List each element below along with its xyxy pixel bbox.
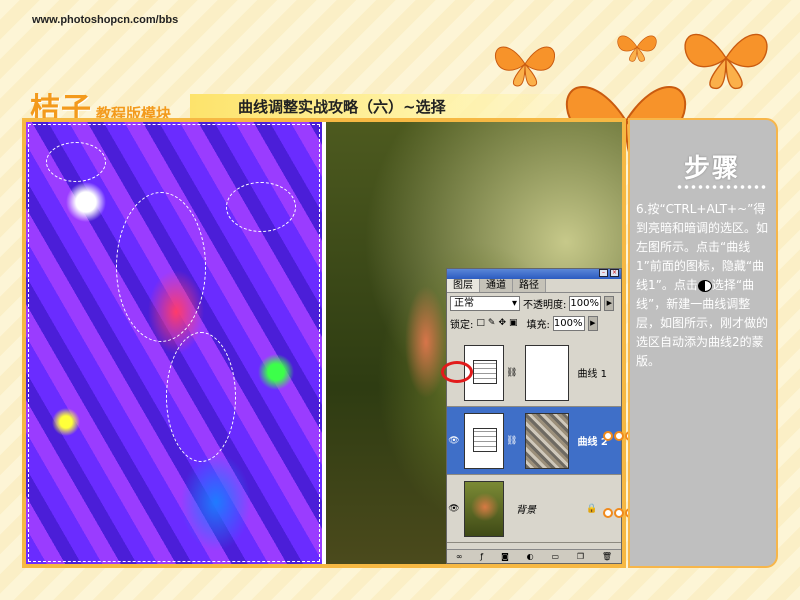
new-adjustment-layer-icon[interactable]: ◐ [527, 552, 534, 561]
selection-marquee [226, 182, 296, 232]
link-icon[interactable]: ⛓ [506, 436, 517, 446]
selection-preview-image [26, 122, 322, 564]
link-layers-icon[interactable]: ∞ [456, 552, 463, 561]
layer-mask-thumbnail[interactable] [525, 412, 570, 469]
callout-dot [614, 508, 624, 518]
callout-dot [603, 431, 613, 441]
panel-titlebar: – × [447, 269, 621, 279]
tab-channels[interactable]: 通道 [480, 279, 513, 292]
layer-row-curves1[interactable]: ⛓ 曲线 1 [447, 339, 621, 407]
fill-arrow-icon[interactable]: ▶ [587, 315, 598, 331]
fill-label: 填充: [526, 319, 550, 331]
panel-tabs: 图层 通道 路径 [447, 279, 621, 293]
opacity-input[interactable]: 100% [569, 295, 602, 311]
page: www.photoshopcn.com/bbs 桔子 教程版模块 曲线调整实战攻… [0, 0, 800, 600]
eye-icon[interactable]: 👁 [447, 436, 461, 446]
new-layer-icon[interactable]: ❐ [577, 552, 584, 561]
add-mask-icon[interactable]: ◙ [501, 552, 509, 561]
lock-label: 锁定: [450, 319, 474, 331]
layer-row-background[interactable]: 👁 背景 🔒 [447, 475, 621, 543]
page-title: 曲线调整实战攻略（六）~选择 [238, 98, 446, 116]
butterfly-icon [494, 46, 556, 87]
opacity-arrow-icon[interactable]: ▶ [604, 295, 615, 311]
lock-icon: 🔒 [586, 503, 598, 514]
highlight-circle [441, 361, 473, 383]
step-heading: 步骤 [684, 154, 741, 184]
lock-position-icon[interactable]: ✥ [498, 318, 506, 328]
adjustment-layer-icon [697, 279, 712, 292]
layers-panel: – × 图层 通道 路径 正常 不透明度: 100% ▶ 锁定: □ ✎ ✥ ▣… [446, 268, 622, 564]
close-icon[interactable]: × [610, 269, 619, 277]
link-icon[interactable]: ⛓ [506, 368, 517, 378]
blend-row: 正常 不透明度: 100% ▶ [447, 293, 621, 313]
tab-layers[interactable]: 图层 [447, 279, 480, 292]
fill-input[interactable]: 100% [552, 315, 585, 331]
new-group-icon[interactable]: ▭ [551, 552, 559, 561]
background-thumbnail[interactable] [464, 480, 504, 537]
lock-row: 锁定: □ ✎ ✥ ▣ 填充: 100% ▶ [447, 313, 621, 333]
layer-mask-thumbnail[interactable] [525, 344, 570, 401]
callout-dot [614, 431, 624, 441]
lock-icons: □ ✎ ✥ ▣ [476, 318, 517, 328]
selection-marquee [116, 192, 206, 342]
site-url: www.photoshopcn.com/bbs [32, 14, 179, 26]
lock-transparent-icon[interactable]: □ [476, 318, 485, 328]
lock-image-icon[interactable]: ✎ [488, 318, 496, 328]
selection-marquee [166, 332, 236, 462]
tab-paths[interactable]: 路径 [513, 279, 546, 292]
callout-dot [603, 508, 613, 518]
minimize-icon[interactable]: – [599, 269, 608, 277]
opacity-label: 不透明度: [523, 299, 567, 311]
panel-footer: ∞ ƒ ◙ ◐ ▭ ❐ 🗑 [447, 549, 621, 563]
selection-marquee [46, 142, 106, 182]
heading-dots [676, 184, 766, 190]
eye-icon[interactable]: 👁 [447, 504, 461, 514]
step-instructions: 6.按“CTRL+ALT+~”得到亮暗和暗调的选区。如左图所示。点击“曲线1”前… [636, 200, 774, 371]
trash-icon[interactable]: 🗑 [602, 552, 612, 561]
layer-name[interactable]: 背景 [516, 501, 536, 516]
curves-adjustment-thumbnail[interactable] [464, 412, 504, 469]
blend-mode-select[interactable]: 正常 [450, 295, 520, 311]
layer-row-curves2[interactable]: 👁 ⛓ 曲线 2 [447, 407, 621, 475]
layer-name[interactable]: 曲线 1 [577, 365, 607, 380]
lock-all-icon[interactable]: ▣ [509, 318, 518, 328]
layer-style-icon[interactable]: ƒ [480, 552, 483, 561]
